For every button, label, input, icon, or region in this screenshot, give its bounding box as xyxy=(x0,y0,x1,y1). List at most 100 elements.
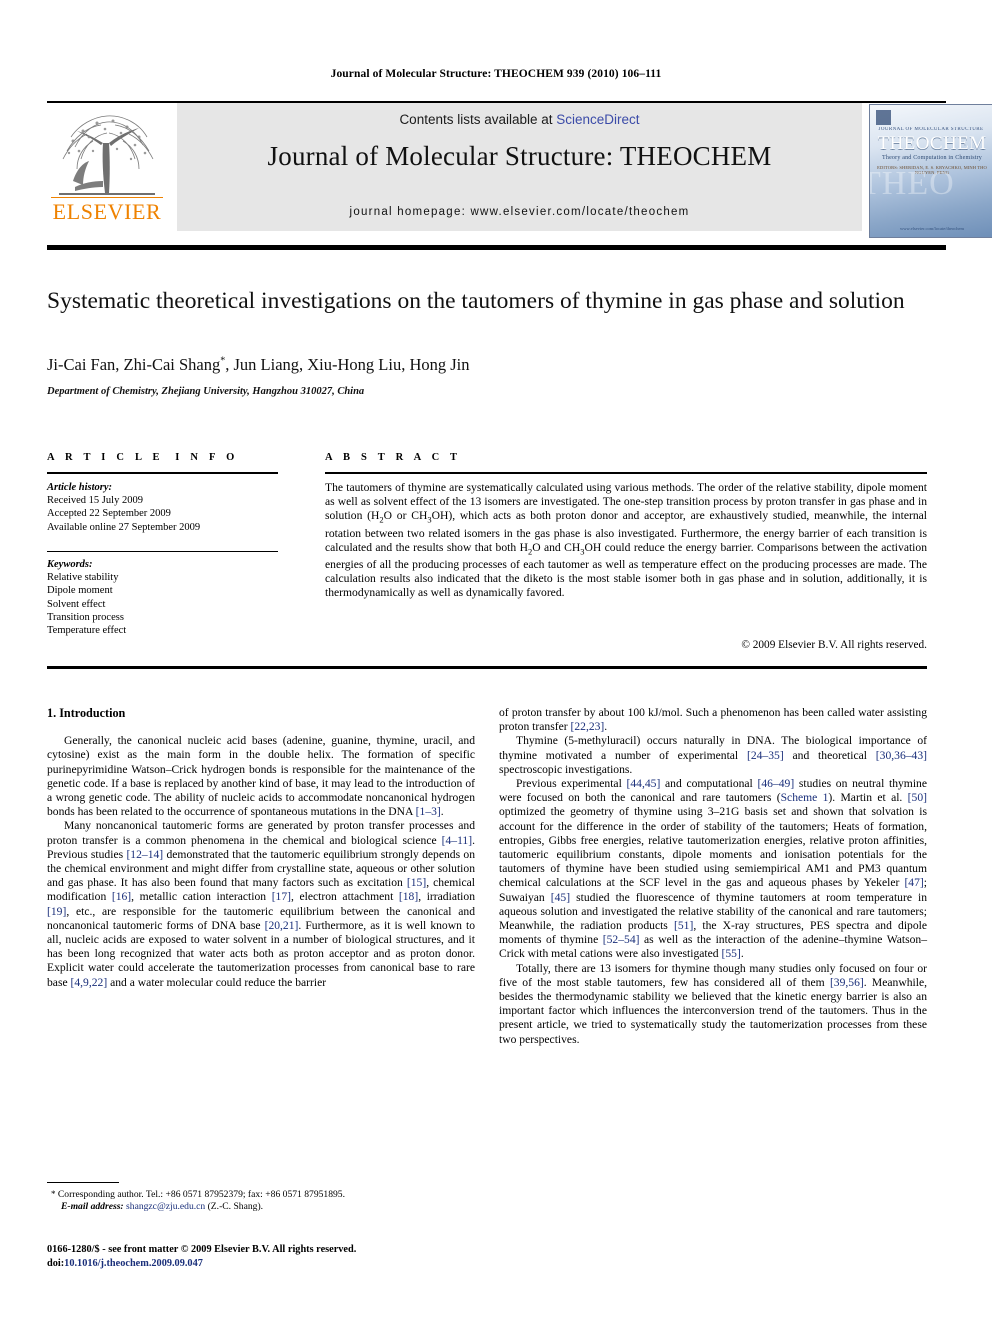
keyword-item: Solvent effect xyxy=(47,598,106,610)
reference-link[interactable]: [52–54] xyxy=(603,933,640,946)
email-link[interactable]: shangzc@zju.edu.cn xyxy=(126,1201,205,1212)
text-seg: of proton transfer by about 100 kJ/mol. … xyxy=(499,706,927,734)
contents-lists-line: Contents lists available at ScienceDirec… xyxy=(177,112,862,127)
text-seg: and theoretical xyxy=(783,748,876,762)
running-head: Journal of Molecular Structure: THEOCHEM… xyxy=(330,68,662,80)
text-seg: Generally, the canonical nucleic acid ba… xyxy=(47,734,475,819)
reference-link[interactable]: [1–3] xyxy=(416,805,441,818)
reference-link[interactable]: [50] xyxy=(908,791,927,804)
reference-link[interactable]: [15] xyxy=(407,876,426,889)
keywords-label: Keywords: xyxy=(47,559,93,570)
journal-header-band: ELSEVIER Contents lists available at Sci… xyxy=(47,103,992,238)
elsevier-tree-icon xyxy=(59,115,155,195)
text-seg: Many noncanonical tautomeric forms are g… xyxy=(47,819,475,847)
abstract-seg: O or CH xyxy=(383,509,428,523)
footnote-text: Corresponding author. Tel.: +86 0571 879… xyxy=(55,1189,346,1200)
issn-copyright-line: 0166-1280/$ - see front matter © 2009 El… xyxy=(47,1244,357,1255)
reference-link[interactable]: [30,36–43] xyxy=(876,749,927,762)
article-history: Article history: Received 15 July 2009 A… xyxy=(47,481,287,534)
journal-cover-image: JOURNAL OF MOLECULAR STRUCTURE THEOCHEM … xyxy=(869,104,992,238)
contents-lists-prefix: Contents lists available at xyxy=(399,112,557,127)
reference-link[interactable]: [55] xyxy=(721,947,740,960)
abstract-seg: O and CH xyxy=(532,540,581,554)
reference-link[interactable]: [24–35] xyxy=(747,749,784,762)
doi-label: doi: xyxy=(47,1257,65,1269)
email-label: E-mail address: xyxy=(61,1201,124,1213)
text-seg: . xyxy=(604,720,608,734)
paragraph: Thymine (5-methyluracil) occurs naturall… xyxy=(499,734,927,777)
reference-link[interactable]: [45] xyxy=(551,891,570,904)
text-seg: Previous experimental xyxy=(516,777,627,791)
body-separator-rule xyxy=(47,666,927,669)
doi-link[interactable]: 10.1016/j.theochem.2009.09.047 xyxy=(64,1258,203,1269)
paragraph: Many noncanonical tautomeric forms are g… xyxy=(47,819,475,989)
reference-link[interactable]: [44,45] xyxy=(627,777,661,790)
text-seg: , electron attachment xyxy=(291,890,399,904)
reference-link[interactable]: [18] xyxy=(399,890,418,903)
elsevier-logo-rule xyxy=(51,197,163,198)
text-seg: ). Martin et al. xyxy=(828,791,908,805)
reference-link[interactable]: [4,9,22] xyxy=(71,976,108,989)
keyword-item: Transition process xyxy=(47,611,124,623)
article-info-rule xyxy=(47,472,278,474)
body-column-right: of proton transfer by about 100 kJ/mol. … xyxy=(499,706,927,1047)
reference-link[interactable]: [51] xyxy=(674,919,693,932)
article-history-label: Article history: xyxy=(47,482,113,493)
abstract-heading: A B S T R A C T xyxy=(325,452,462,463)
scheme-link[interactable]: Scheme 1 xyxy=(781,791,829,804)
abstract-text: The tautomers of thymine are systematica… xyxy=(325,481,927,600)
reference-link[interactable]: [16] xyxy=(112,890,131,903)
text-seg: . xyxy=(440,805,444,819)
paragraph: Previous experimental [44,45] and comput… xyxy=(499,777,927,962)
history-item: Available online 27 September 2009 xyxy=(47,521,201,533)
body-column-left: 1. Introduction Generally, the canonical… xyxy=(47,706,475,990)
paragraph: Generally, the canonical nucleic acid ba… xyxy=(47,734,475,819)
text-seg: . xyxy=(740,947,744,961)
reference-link[interactable]: [46–49] xyxy=(757,777,794,790)
article-info-heading-b: I N F O xyxy=(175,452,239,463)
keywords-rule xyxy=(47,551,278,553)
header-bottom-rule xyxy=(47,245,946,250)
text-seg: , irradiation xyxy=(418,890,475,904)
sciencedirect-link[interactable]: ScienceDirect xyxy=(556,112,639,127)
footnote-rule xyxy=(47,1182,119,1184)
elsevier-logo: ELSEVIER xyxy=(47,103,167,231)
history-item: Accepted 22 September 2009 xyxy=(47,508,171,520)
cover-bottom-url: www.elsevier.com/locate/theochem xyxy=(900,226,964,231)
keyword-item: Dipole moment xyxy=(47,585,113,597)
text-seg: and a water molecular could reduce the b… xyxy=(107,975,327,989)
history-item: Received 15 July 2009 xyxy=(47,495,143,507)
keyword-item: Temperature effect xyxy=(47,625,127,637)
corresponding-author-footnote: * Corresponding author. Tel.: +86 0571 8… xyxy=(47,1188,475,1214)
reference-link[interactable]: [22,23] xyxy=(570,720,604,733)
paragraph: of proton transfer by about 100 kJ/mol. … xyxy=(499,706,927,734)
reference-link[interactable]: [12–14] xyxy=(126,848,163,861)
reference-link[interactable]: [4–11] xyxy=(442,834,472,847)
paragraph: Totally, there are 13 isomers for thymin… xyxy=(499,962,927,1047)
cover-top-line: JOURNAL OF MOLECULAR STRUCTURE xyxy=(878,127,984,132)
author-list: Ji-Cai Fan, Zhi-Cai Shang*, Jun Liang, X… xyxy=(47,355,927,375)
text-seg: and computational xyxy=(660,777,758,791)
keywords-list: Keywords: Relative stability Dipole mome… xyxy=(47,558,287,637)
article-info-heading-a: A R T I C L E xyxy=(47,452,164,463)
cover-subtitle: Theory and Computation in Chemistry xyxy=(882,155,982,161)
doi-line: doi:10.1016/j.theochem.2009.09.047 xyxy=(47,1257,487,1271)
email-suffix: (Z.-C. Shang). xyxy=(205,1201,264,1213)
reference-link[interactable]: [47] xyxy=(904,876,923,889)
journal-title: Journal of Molecular Structure: THEOCHEM xyxy=(267,141,772,171)
reference-link[interactable]: [20,21] xyxy=(265,919,299,932)
reference-link[interactable]: [19] xyxy=(47,905,66,918)
reference-link[interactable]: [17] xyxy=(272,890,291,903)
text-seg: optimized the geometry of thymine using … xyxy=(499,805,927,890)
cover-title: THEOCHEM xyxy=(877,133,987,154)
abstract-rule xyxy=(325,472,927,474)
reference-link[interactable]: [39,56] xyxy=(830,976,864,989)
text-seg: spectroscopic investigations. xyxy=(499,762,633,776)
authors-first: Ji-Cai Fan, Zhi-Cai Shang xyxy=(47,355,221,374)
article-info-heading: A R T I C L E I N F O xyxy=(47,452,238,463)
page-title: Systematic theoretical investigations on… xyxy=(47,288,905,314)
journal-homepage-link[interactable]: journal homepage: www.elsevier.com/locat… xyxy=(177,206,862,218)
cover-ghost-text: THEO xyxy=(869,165,955,202)
keyword-item: Relative stability xyxy=(47,572,119,584)
text-seg: , metallic cation interaction xyxy=(131,890,272,904)
